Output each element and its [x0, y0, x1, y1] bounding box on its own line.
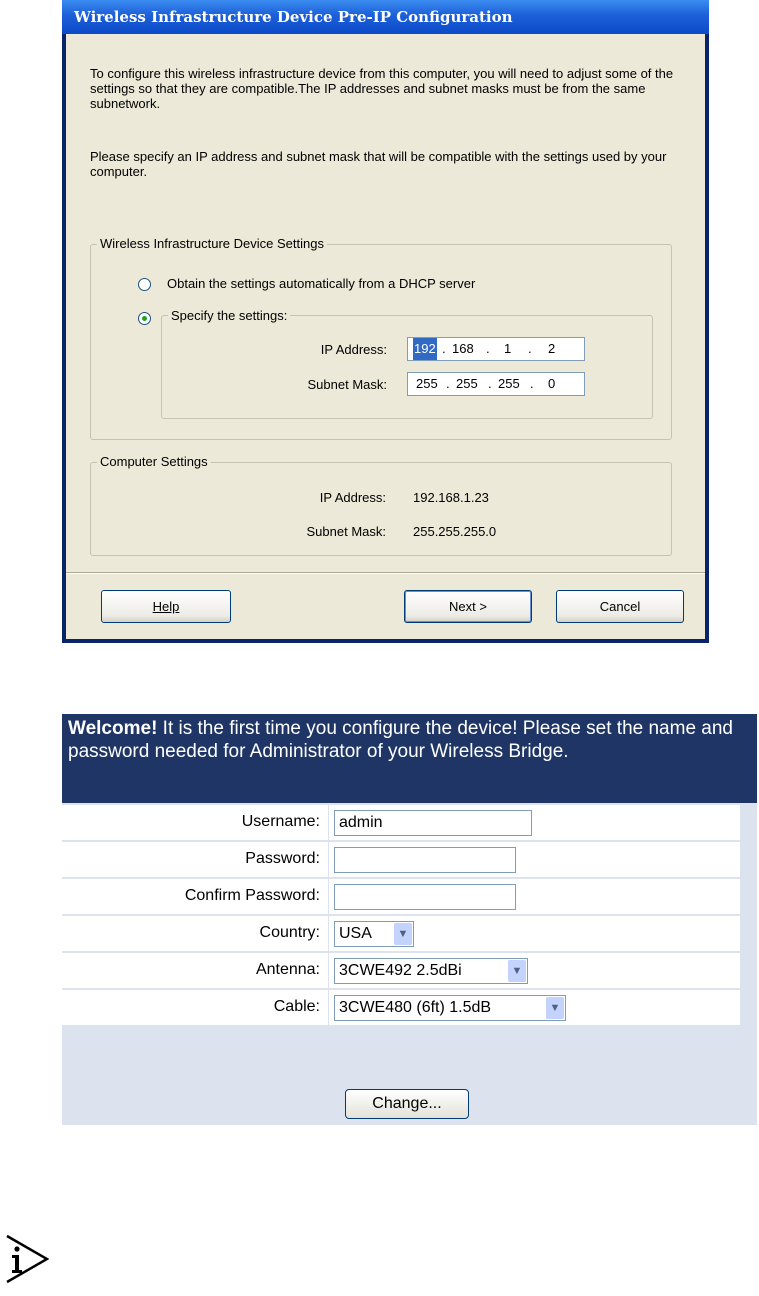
welcome-banner: Welcome! It is the first time you config… [62, 714, 757, 803]
change-button[interactable]: Change... [345, 1089, 469, 1119]
cable-label: Cable: [273, 998, 320, 1015]
chevron-down-icon[interactable]: ▼ [546, 997, 564, 1019]
device-ip-input[interactable]: 192 . 168 . 1 . 2 [407, 337, 585, 361]
country-label: Country: [259, 924, 320, 941]
confirm-password-label: Confirm Password: [184, 887, 320, 904]
welcome-text: It is the first time you configure the d… [68, 718, 733, 762]
confirm-password-input[interactable] [334, 884, 516, 910]
antenna-select[interactable]: 3CWE492 2.5dBi ▼ [334, 958, 528, 984]
ip-octet-2: 168 [452, 341, 474, 356]
ip-octet-1: 192 [413, 338, 437, 360]
username-row: Username: admin [62, 805, 740, 841]
chevron-down-icon[interactable]: ▼ [394, 923, 412, 945]
device-mask-input[interactable]: 255 . 255 . 255 . 0 [407, 372, 585, 396]
dialog-client-area: To configure this wireless infrastructur… [66, 34, 705, 639]
cable-value: 3CWE480 (6ft) 1.5dB [339, 999, 492, 1016]
info-note-icon [6, 1234, 49, 1284]
dialog-title: Wireless Infrastructure Device Pre-IP Co… [62, 0, 709, 34]
ip-octet-3: 1 [504, 341, 512, 356]
password-label: Password: [245, 850, 320, 867]
username-label: Username: [241, 813, 320, 830]
specify-radio[interactable] [138, 312, 151, 325]
country-row: Country: USA ▼ [62, 916, 740, 952]
password-input[interactable] [334, 847, 516, 873]
username-input[interactable]: admin [334, 810, 532, 836]
mask-octet-1: 255 [416, 376, 438, 391]
cancel-button[interactable]: Cancel [556, 590, 684, 623]
admin-setup-form: Welcome! It is the first time you config… [62, 714, 757, 1125]
device-ip-label: IP Address: [320, 342, 387, 357]
mask-octet-2: 255 [456, 376, 478, 391]
computer-mask-label: Subnet Mask: [306, 524, 387, 539]
ip-octet-4: 2 [548, 341, 556, 356]
computer-settings-group: Computer Settings IP Address: 192.168.1.… [90, 454, 672, 556]
next-button[interactable]: Next > [404, 590, 532, 623]
antenna-label: Antenna: [255, 961, 320, 978]
welcome-bold: Welcome! [68, 718, 158, 739]
pre-ip-config-dialog: Wireless Infrastructure Device Pre-IP Co… [62, 0, 709, 643]
password-row: Password: [62, 842, 740, 878]
cable-row: Cable: 3CWE480 (6ft) 1.5dB ▼ [62, 990, 740, 1026]
dhcp-radio[interactable] [138, 278, 151, 291]
device-settings-group: Wireless Infrastructure Device Settings … [90, 236, 672, 440]
intro-paragraph-1: To configure this wireless infrastructur… [90, 66, 674, 111]
computer-settings-legend: Computer Settings [97, 454, 211, 470]
specify-settings-group: Specify the settings: IP Address: 192 . … [161, 308, 653, 419]
intro-paragraph-2: Please specify an IP address and subnet … [90, 149, 667, 179]
antenna-value: 3CWE492 2.5dBi [339, 962, 462, 979]
country-value: USA [339, 925, 372, 942]
mask-octet-3: 255 [498, 376, 520, 391]
computer-mask-value: 255.255.255.0 [413, 524, 497, 539]
mask-octet-4: 0 [548, 376, 556, 391]
specify-radio-label[interactable]: Specify the settings: [168, 308, 291, 324]
device-mask-label: Subnet Mask: [307, 377, 388, 392]
antenna-row: Antenna: 3CWE492 2.5dBi ▼ [62, 953, 740, 989]
confirm-password-row: Confirm Password: [62, 879, 740, 915]
device-settings-legend: Wireless Infrastructure Device Settings [97, 236, 327, 252]
computer-ip-value: 192.168.1.23 [413, 490, 489, 505]
dhcp-radio-label[interactable]: Obtain the settings automatically from a… [167, 276, 475, 292]
help-button[interactable]: Help [101, 590, 231, 623]
chevron-down-icon[interactable]: ▼ [508, 960, 526, 982]
country-select[interactable]: USA ▼ [334, 921, 414, 947]
cable-select[interactable]: 3CWE480 (6ft) 1.5dB ▼ [334, 995, 566, 1021]
computer-ip-label: IP Address: [319, 490, 386, 505]
